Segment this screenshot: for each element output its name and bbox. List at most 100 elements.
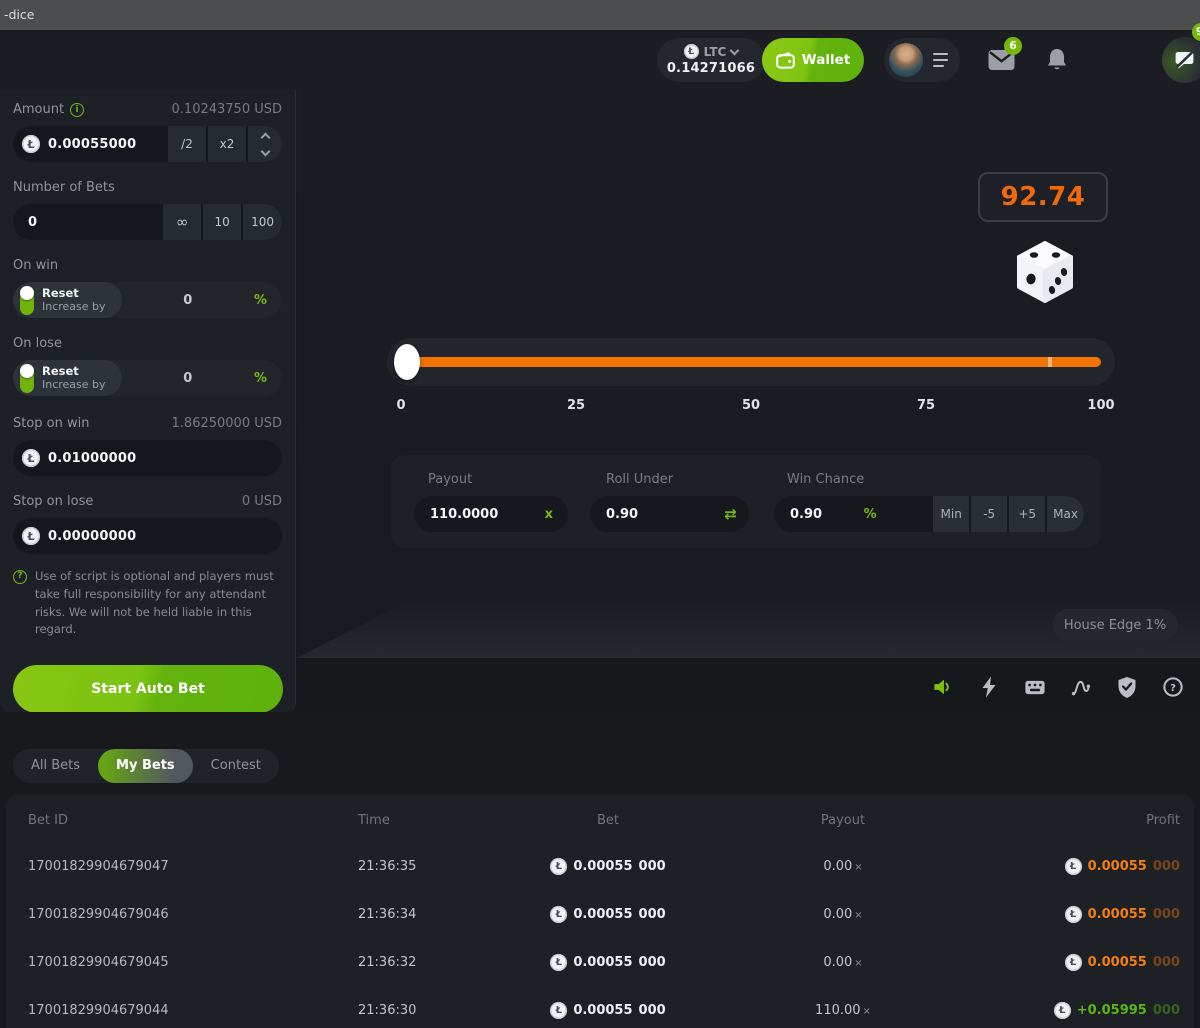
bet-amount-cell: Ł0.00055000 [508, 1002, 708, 1019]
on-lose-value[interactable]: 0 [122, 371, 254, 386]
window-title: -dice [4, 7, 34, 22]
percent-label: % [254, 371, 267, 386]
win-chance-min-button[interactable]: Min [931, 496, 969, 532]
live-stats-button[interactable] [1071, 676, 1091, 698]
keyboard-icon [1025, 679, 1045, 696]
col-profit: Profit [978, 813, 1180, 828]
bets-table: Bet ID Time Bet Payout Profit 1700182990… [6, 794, 1194, 1028]
ltc-coin-icon: Ł [1054, 1002, 1071, 1019]
chat-badge: 99 [1192, 23, 1200, 41]
bet-id: 17001829904679047 [28, 859, 358, 874]
bet-amount-cell: Ł0.00055000 [508, 858, 708, 875]
win-chance-minus5-button[interactable]: -5 [969, 496, 1007, 532]
roll-result-box: 92.74 [978, 172, 1108, 222]
stop-on-lose-usd: 0 USD [242, 494, 282, 509]
swap-over-under-icon[interactable]: ⇄ [724, 505, 737, 523]
svg-text:?: ? [1170, 683, 1176, 694]
currency-selector[interactable]: Ł LTC 0.14271066 [657, 38, 765, 82]
bet-row[interactable]: 17001829904679045 21:36:32 Ł0.00055000 0… [6, 938, 1194, 986]
bet-row[interactable]: 17001829904679044 21:36:30 Ł0.00055000 1… [6, 986, 1194, 1028]
col-time: Time [358, 813, 508, 828]
on-lose-mode-toggle[interactable]: Reset Increase by [13, 360, 122, 396]
ltc-coin-icon: Ł [550, 906, 567, 923]
bet-time: 21:36:30 [358, 1003, 508, 1018]
wallet-icon [776, 52, 795, 69]
on-lose-row: Reset Increase by 0 % [13, 360, 282, 396]
stats-curve-icon [1071, 678, 1091, 697]
menu-icon [933, 53, 948, 68]
col-bet-id: Bet ID [28, 813, 358, 828]
slider-track[interactable] [401, 357, 1101, 367]
notifications-button[interactable] [1046, 48, 1068, 73]
bet-profit-cell: Ł0.00055000 [978, 906, 1180, 923]
tab-contest[interactable]: Contest [193, 749, 279, 783]
win-chance-plus5-button[interactable]: +5 [1007, 496, 1045, 532]
bet-payout-cell: 0.00× [708, 859, 978, 874]
disclaimer-text: Use of script is optional and players mu… [35, 568, 279, 639]
bet-parameters-panel: Payout 110.0000 x Roll Under 0.90 ⇄ Win … [391, 455, 1101, 548]
col-payout: Payout [708, 813, 978, 828]
bet-row[interactable]: 17001829904679047 21:36:35 Ł0.00055000 0… [6, 842, 1194, 890]
bet-row[interactable]: 17001829904679046 21:36:34 Ł0.00055000 0… [6, 890, 1194, 938]
half-bet-button[interactable]: /2 [166, 126, 206, 162]
roll-under-value: 0.90 [606, 507, 638, 522]
number-of-bets-input-group: 0 ∞ 10 100 [13, 204, 282, 240]
on-lose-label-row: On lose [13, 336, 282, 351]
fairness-button[interactable] [1117, 676, 1137, 698]
increase-by-label: Increase by [42, 300, 106, 314]
wallet-button[interactable]: Wallet [762, 38, 864, 82]
amount-usd: 0.10243750 USD [172, 102, 282, 117]
help-button[interactable]: ? [1163, 676, 1183, 698]
amount-input-group: Ł 0.00055000 /2 x2 [13, 126, 282, 162]
stop-on-win-usd: 1.86250000 USD [172, 416, 282, 431]
on-win-value[interactable]: 0 [122, 293, 254, 308]
win-chance-field[interactable]: 0.90 % Min-5+5Max [774, 496, 1084, 532]
tab-all-bets[interactable]: All Bets [13, 749, 98, 783]
payout-field[interactable]: 110.0000 x [414, 496, 568, 532]
bets-history-section: All BetsMy BetsContest Bet ID Time Bet P… [0, 712, 1200, 1028]
mail-button[interactable]: 6 [988, 49, 1015, 71]
on-lose-label: On lose [13, 336, 62, 351]
win-chance-max-button[interactable]: Max [1045, 496, 1084, 532]
bet-amount-cell: Ł0.00055000 [508, 906, 708, 923]
lightning-icon [981, 676, 997, 698]
site-header: Ł LTC 0.14271066 Wallet 6 99 [0, 30, 1200, 90]
stop-on-lose-input[interactable]: 0.00000000 [48, 529, 136, 544]
chevron-down-icon [730, 45, 740, 55]
on-win-mode-toggle[interactable]: Reset Increase by [13, 282, 122, 318]
tab-my-bets[interactable]: My Bets [98, 749, 193, 783]
col-bet: Bet [508, 813, 708, 828]
roll-under-field[interactable]: 0.90 ⇄ [590, 496, 749, 532]
win-chance-label: Win Chance [787, 472, 864, 487]
sound-button[interactable] [933, 676, 953, 698]
amount-label: Amount [13, 102, 64, 117]
amount-input[interactable]: 0.00055000 [48, 137, 136, 152]
hotkeys-button[interactable] [1025, 676, 1045, 698]
double-bet-button[interactable]: x2 [206, 126, 246, 162]
bet-amount-cell: Ł0.00055000 [508, 954, 708, 971]
bet-payout-cell: 0.00× [708, 907, 978, 922]
bell-icon [1046, 48, 1068, 73]
infinity-bets-button[interactable]: ∞ [161, 204, 201, 240]
step-up-button[interactable] [248, 126, 282, 144]
bets-tabs: All BetsMy BetsContest [13, 749, 279, 783]
ten-bets-button[interactable]: 10 [201, 204, 241, 240]
slider-handle[interactable] [394, 344, 420, 380]
start-auto-bet-button[interactable]: Start Auto Bet [13, 665, 283, 713]
multiplier-x-label: x [545, 507, 553, 522]
hundred-bets-button[interactable]: 100 [241, 204, 282, 240]
script-disclaimer: ? Use of script is optional and players … [13, 568, 279, 639]
ltc-coin-icon: Ł [550, 954, 567, 971]
avatar [889, 43, 923, 77]
info-icon[interactable]: i [70, 103, 84, 117]
step-down-button[interactable] [248, 144, 282, 162]
user-menu[interactable] [884, 38, 960, 82]
roll-slider [387, 338, 1115, 386]
reset-label: Reset [42, 286, 106, 300]
number-of-bets-input[interactable]: 0 [28, 215, 37, 230]
bet-payout-cell: 110.00× [708, 1003, 978, 1018]
stop-on-win-input[interactable]: 0.01000000 [48, 451, 136, 466]
turbo-button[interactable] [979, 676, 999, 698]
chat-button[interactable]: 99 [1162, 37, 1200, 83]
ltc-coin-icon: Ł [550, 1002, 567, 1019]
